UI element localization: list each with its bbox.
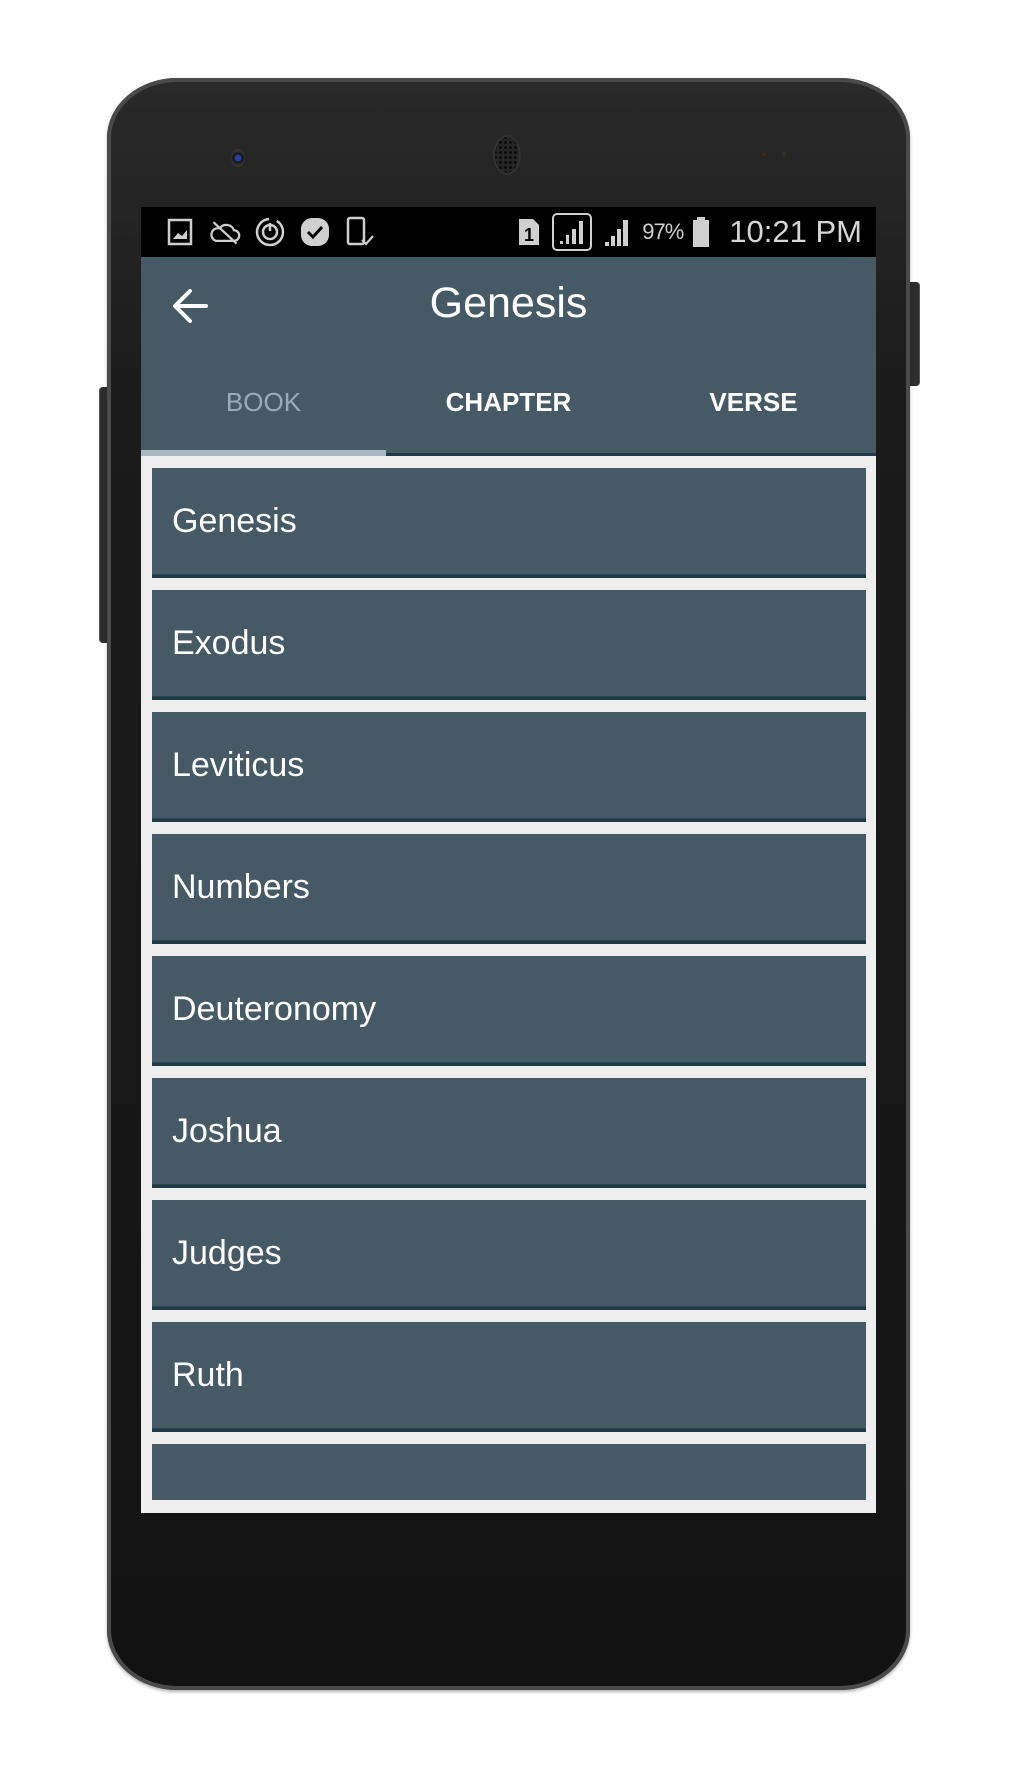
tab-verse[interactable]: VERSE xyxy=(631,355,876,450)
check-badge-icon xyxy=(299,216,331,248)
gallery-icon xyxy=(164,216,196,248)
battery-percent: 97% xyxy=(642,219,684,244)
tab-book[interactable]: BOOK xyxy=(141,355,386,450)
app-bar: Genesis BOOK CHAPTER VERSE xyxy=(141,257,876,456)
book-item-numbers[interactable]: Numbers xyxy=(152,834,866,944)
clock: 10:21 PM xyxy=(729,214,862,249)
earpiece-speaker xyxy=(493,135,521,175)
book-item-deuteronomy[interactable]: Deuteronomy xyxy=(152,956,866,1066)
book-item-leviticus[interactable]: Leviticus xyxy=(152,712,866,822)
svg-text:1: 1 xyxy=(524,225,534,245)
cloud-off-icon xyxy=(209,216,241,248)
sync-icon xyxy=(254,216,286,248)
book-item-judges[interactable]: Judges xyxy=(152,1200,866,1310)
sim-card-icon: 1 xyxy=(516,216,542,248)
tab-indicator xyxy=(141,450,386,456)
tab-bar: BOOK CHAPTER VERSE xyxy=(141,355,876,450)
battery-icon xyxy=(691,216,711,248)
phone-screen: 1 97% 10:21 PM Genesis BOOK CHAPTER VERS… xyxy=(141,207,876,1513)
book-item-exodus[interactable]: Exodus xyxy=(152,590,866,700)
light-sensor xyxy=(782,152,786,156)
proximity-sensor xyxy=(762,152,766,156)
tab-divider xyxy=(386,453,876,456)
book-item-genesis[interactable]: Genesis xyxy=(152,468,866,578)
phone-check-icon xyxy=(344,216,376,248)
signal-icon xyxy=(602,216,634,248)
book-list[interactable]: Genesis Exodus Leviticus Numbers Deutero… xyxy=(152,468,866,1500)
book-item-joshua[interactable]: Joshua xyxy=(152,1078,866,1188)
page-title: Genesis xyxy=(429,279,588,327)
tab-chapter[interactable]: CHAPTER xyxy=(386,355,631,450)
status-bar: 1 97% 10:21 PM xyxy=(141,207,876,257)
book-item-ruth[interactable]: Ruth xyxy=(152,1322,866,1432)
signal-active-icon xyxy=(550,213,594,251)
book-item-1-samuel[interactable]: 1 Samuel xyxy=(152,1444,866,1500)
front-camera xyxy=(231,149,245,167)
